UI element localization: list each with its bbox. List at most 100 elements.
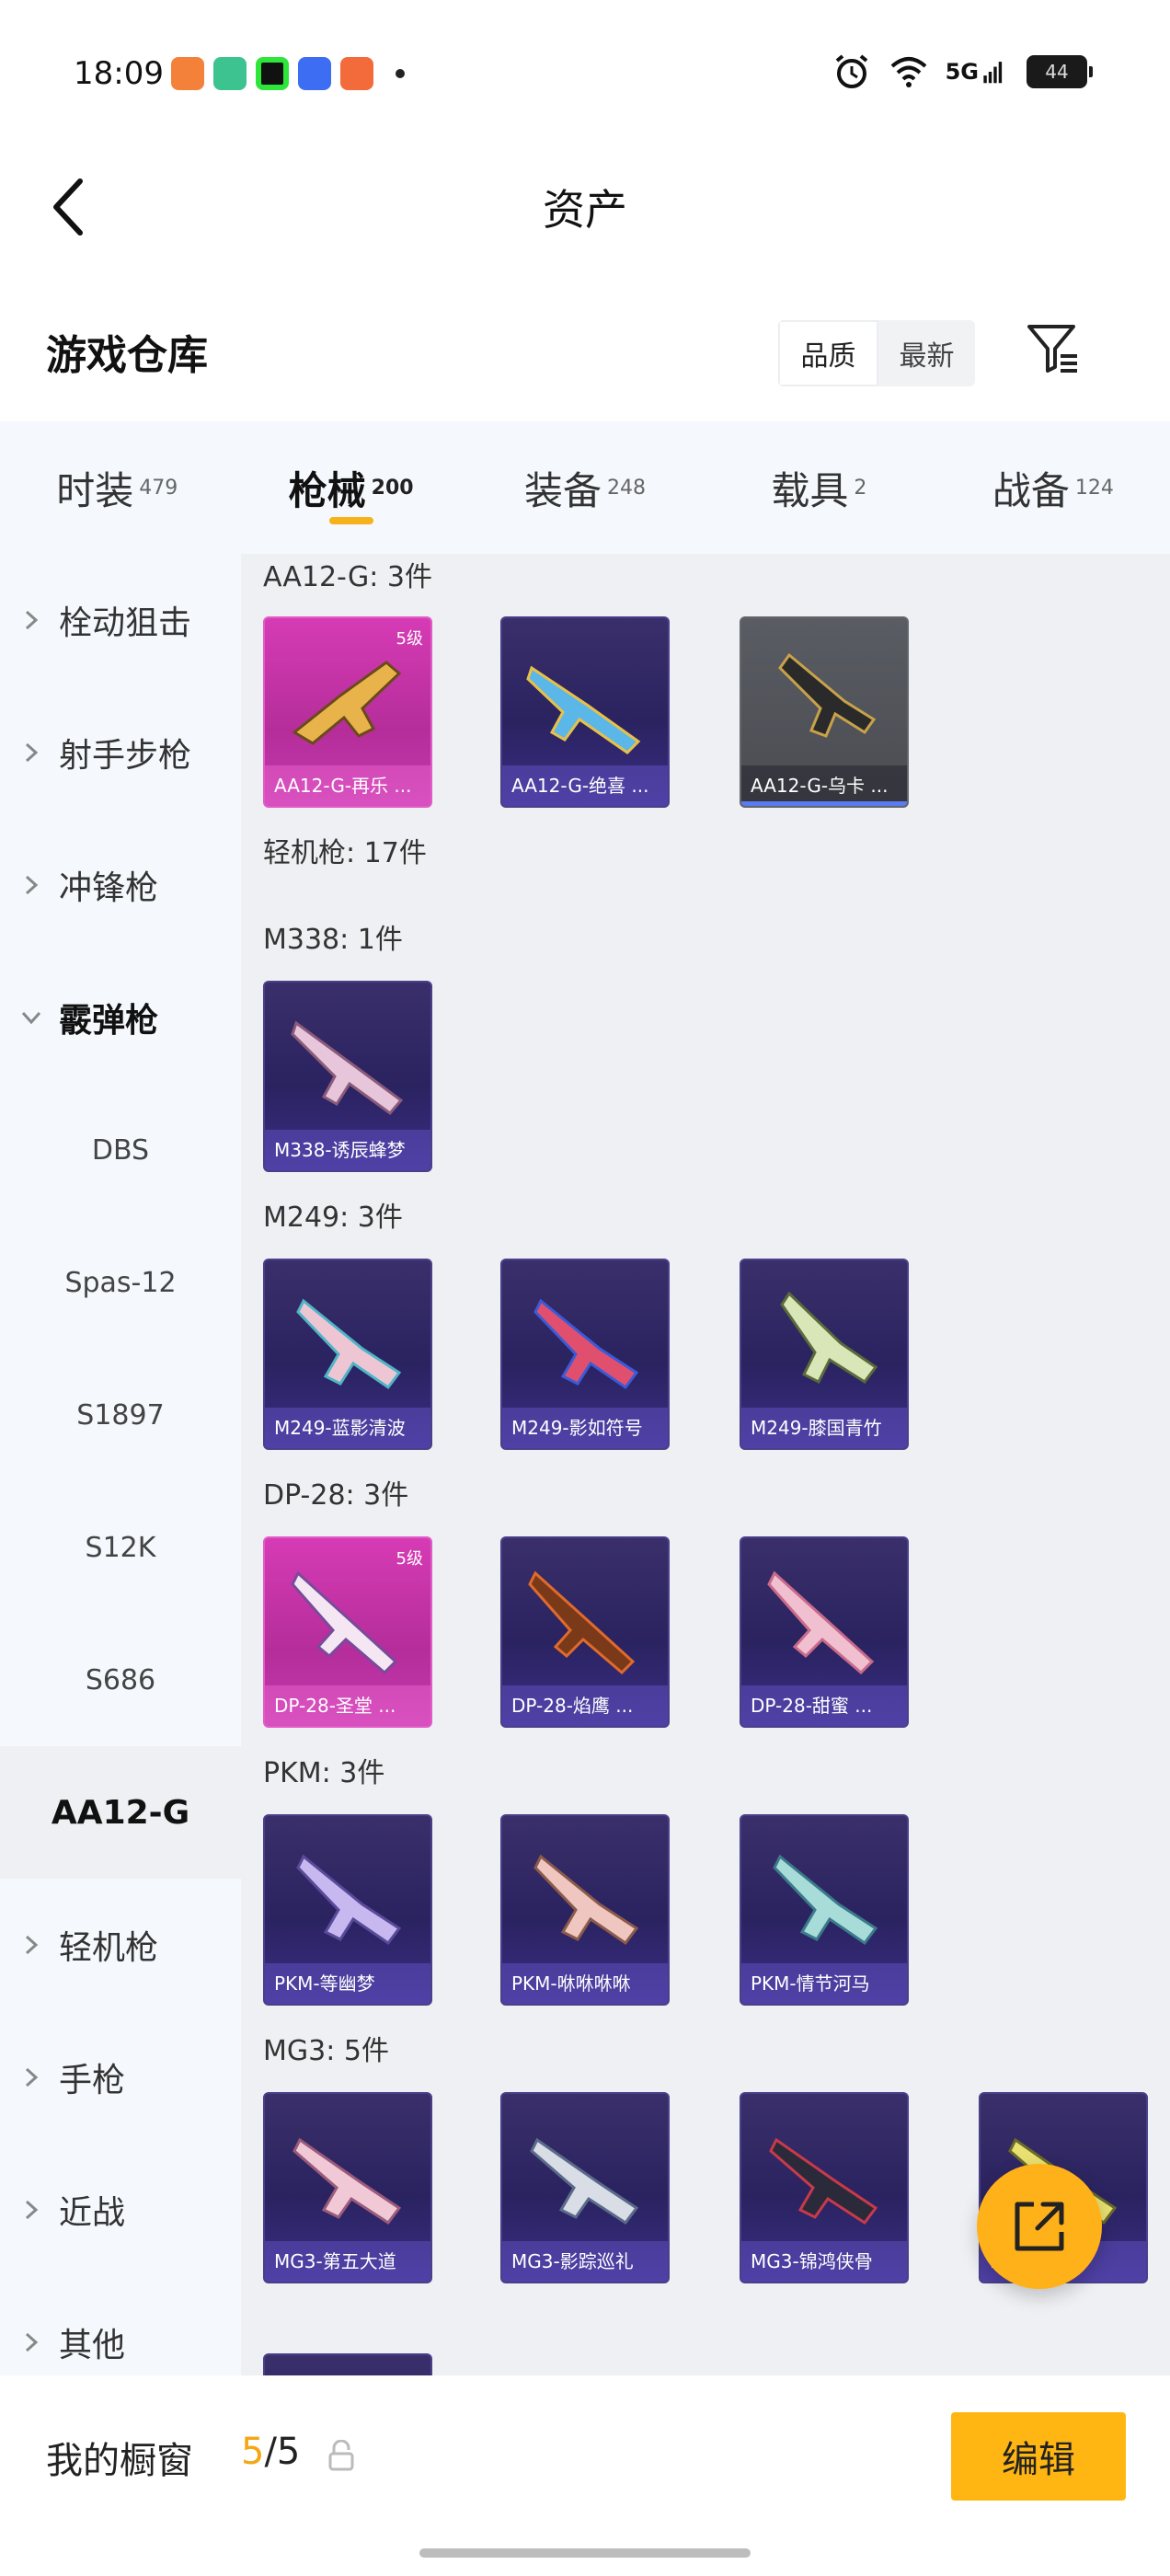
sidebar-item-melee[interactable]: 近战 <box>0 2144 241 2276</box>
tab-label: 枪械 <box>288 467 366 513</box>
weapon-card[interactable]: DP-28-甜蜜 ... <box>740 1536 909 1728</box>
showcase-total: /5 <box>264 2431 301 2473</box>
weapon-card[interactable]: PKM-咻咻咻咻 <box>500 1814 670 2006</box>
sidebar-subitem-aa12g[interactable]: AA12-G <box>0 1746 241 1879</box>
weapon-list[interactable]: AA12-G: 3件 5级 AA12-G-再乐 ... AA12-G-绝喜 ..… <box>241 554 1170 2375</box>
chevron-right-icon <box>25 2200 39 2220</box>
home-indicator[interactable] <box>419 2548 751 2558</box>
sidebar-subitem-s686[interactable]: S686 <box>0 1614 241 1746</box>
edit-button[interactable]: 编辑 <box>951 2412 1126 2501</box>
sidebar-item-label: 轻机枪 <box>59 1929 159 1967</box>
weapon-skin-image <box>291 1020 404 1116</box>
category-sidebar: 栓动狙击 射手步枪 冲锋枪 霰弹枪 DBS Spas-12 S1897 S12K… <box>0 554 241 2375</box>
showcase-label: 我的橱窗 <box>46 2440 193 2482</box>
blue-app-icon <box>298 57 331 90</box>
weapon-card-label: M249-影如符号 <box>502 1408 668 1448</box>
tab-count: 200 <box>371 476 414 500</box>
chevron-right-icon <box>25 2332 39 2352</box>
page-header: 资产 <box>0 147 1170 267</box>
sidebar-subitem-s1897[interactable]: S1897 <box>0 1349 241 1481</box>
tab-vehicles[interactable]: 载具 2 <box>702 421 935 554</box>
sidebar-item-label: 射手步枪 <box>59 737 192 775</box>
weapon-card-label: DP-28-甜蜜 ... <box>741 1685 907 1726</box>
tab-firearms[interactable]: 枪械 200 <box>234 421 467 554</box>
tab-count: 479 <box>139 476 178 500</box>
weapon-card[interactable]: 5级 DP-28-圣堂 ... <box>263 1536 432 1728</box>
sidebar-item-smg[interactable]: 冲锋枪 <box>0 819 241 951</box>
sidebar-subitem-s12k[interactable]: S12K <box>0 1481 241 1614</box>
weapon-card-label: DP-28-焰鹰 ... <box>502 1685 668 1726</box>
tab-supplies[interactable]: 战备 124 <box>936 421 1170 554</box>
group-label: AA12-G: 3件 <box>263 561 432 593</box>
tab-equipment[interactable]: 装备 248 <box>468 421 702 554</box>
sort-newest-button[interactable]: 最新 <box>878 320 975 386</box>
sidebar-item-bolt-action-sniper[interactable]: 栓动狙击 <box>0 554 241 686</box>
weapon-card[interactable]: M249-影如符号 <box>500 1259 670 1450</box>
page-title: 资产 <box>543 185 627 235</box>
alarm-icon <box>835 54 867 88</box>
weapon-skin-image <box>778 652 877 738</box>
sidebar-item-marksman-rifle[interactable]: 射手步枪 <box>0 686 241 819</box>
weapon-card[interactable]: MG3-锦鸿侠骨 <box>740 2092 909 2283</box>
chevron-right-icon <box>25 742 39 763</box>
green-app-icon <box>256 57 289 90</box>
sidebar-subitem-spas12[interactable]: Spas-12 <box>0 1216 241 1349</box>
weapon-card-label: MG3-第五大道 <box>265 2241 430 2282</box>
chevron-right-icon <box>25 610 39 630</box>
sidebar-item-shotgun[interactable]: 霰弹枪 <box>0 951 241 1084</box>
status-bar: 18:09 5G 44 <box>0 0 1170 147</box>
weapon-card[interactable]: M249-膝国青竹 <box>740 1259 909 1450</box>
tab-count: 248 <box>607 476 647 500</box>
sidebar-item-label: 栓动狙击 <box>59 604 192 642</box>
filter-button[interactable] <box>1023 318 1084 379</box>
weapon-card[interactable]: PKM-等幽梦 <box>263 1814 432 2006</box>
weapon-skin-image <box>767 1570 875 1675</box>
weapon-card[interactable]: 5级 AA12-G-再乐 ... <box>263 616 432 808</box>
tab-count: 124 <box>1074 476 1114 500</box>
weapon-skin-image <box>296 1298 402 1390</box>
weapon-skin-image <box>533 1854 639 1946</box>
weapon-skin-image <box>769 2137 878 2225</box>
weapon-skin-image <box>526 665 641 754</box>
play-app-icon <box>213 57 247 90</box>
group-label: 轻机枪: 17件 <box>263 837 427 869</box>
lock-icon <box>328 2440 354 2471</box>
weapon-skin-image <box>296 1854 402 1946</box>
weapon-skin-image <box>773 1854 878 1946</box>
weapon-card[interactable]: AA12-G-乌卡 ... <box>740 616 909 808</box>
showcase-bar: 我的橱窗 5/5 编辑 <box>0 2375 1170 2576</box>
sidebar-item-label: 冲锋枪 <box>59 869 159 907</box>
library-row: 游戏仓库 品质 最新 <box>0 304 1170 405</box>
wifi-icon <box>890 57 926 87</box>
weapon-card[interactable]: DP-28-焰鹰 ... <box>500 1536 670 1728</box>
weapon-card[interactable]: MG3-影踪巡礼 <box>500 2092 670 2283</box>
tab-fashion[interactable]: 时装 479 <box>0 421 234 554</box>
sidebar-item-pistol[interactable]: 手枪 <box>0 2011 241 2144</box>
weapon-card[interactable]: MG3-第五大道 <box>263 2092 432 2283</box>
sidebar-subitem-dbs[interactable]: DBS <box>0 1084 241 1216</box>
category-tabs: 时装 479 枪械 200 装备 248 载具 2 战备 124 <box>0 421 1170 554</box>
chevron-down-icon <box>21 1011 41 1025</box>
showcase-count: 5/5 <box>241 2431 300 2473</box>
sidebar-item-lmg[interactable]: 轻机枪 <box>0 1879 241 2011</box>
group-label: MG3: 5件 <box>263 2035 389 2067</box>
weapon-card[interactable] <box>263 2353 432 2375</box>
weapon-card[interactable]: M249-蓝影清波 <box>263 1259 432 1450</box>
weapon-card[interactable]: M338-诱辰蜂梦 <box>263 981 432 1172</box>
weapon-card[interactable]: AA12-G-绝喜 ... <box>500 616 670 808</box>
weapon-skin-image <box>780 1291 878 1385</box>
sort-quality-button[interactable]: 品质 <box>778 320 878 386</box>
tab-label: 载具 <box>771 467 849 513</box>
weapon-skin-image <box>530 2137 639 2225</box>
group-label: M249: 3件 <box>263 1202 403 1234</box>
share-button[interactable] <box>977 2164 1102 2289</box>
weapon-card[interactable]: PKM-情节河马 <box>740 1814 909 2006</box>
weapon-card-label: MG3-锦鸿侠骨 <box>741 2241 907 2282</box>
weapon-card-label: PKM-情节河马 <box>741 1963 907 2004</box>
status-app-icons <box>171 57 405 90</box>
network-type: 5G <box>945 59 979 85</box>
weapon-card-label: DP-28-圣堂 ... <box>265 1685 430 1726</box>
weapon-card-label: AA12-G-再乐 ... <box>265 765 430 806</box>
share-icon <box>1015 2202 1064 2251</box>
group-label: DP-28: 3件 <box>263 1479 409 1512</box>
